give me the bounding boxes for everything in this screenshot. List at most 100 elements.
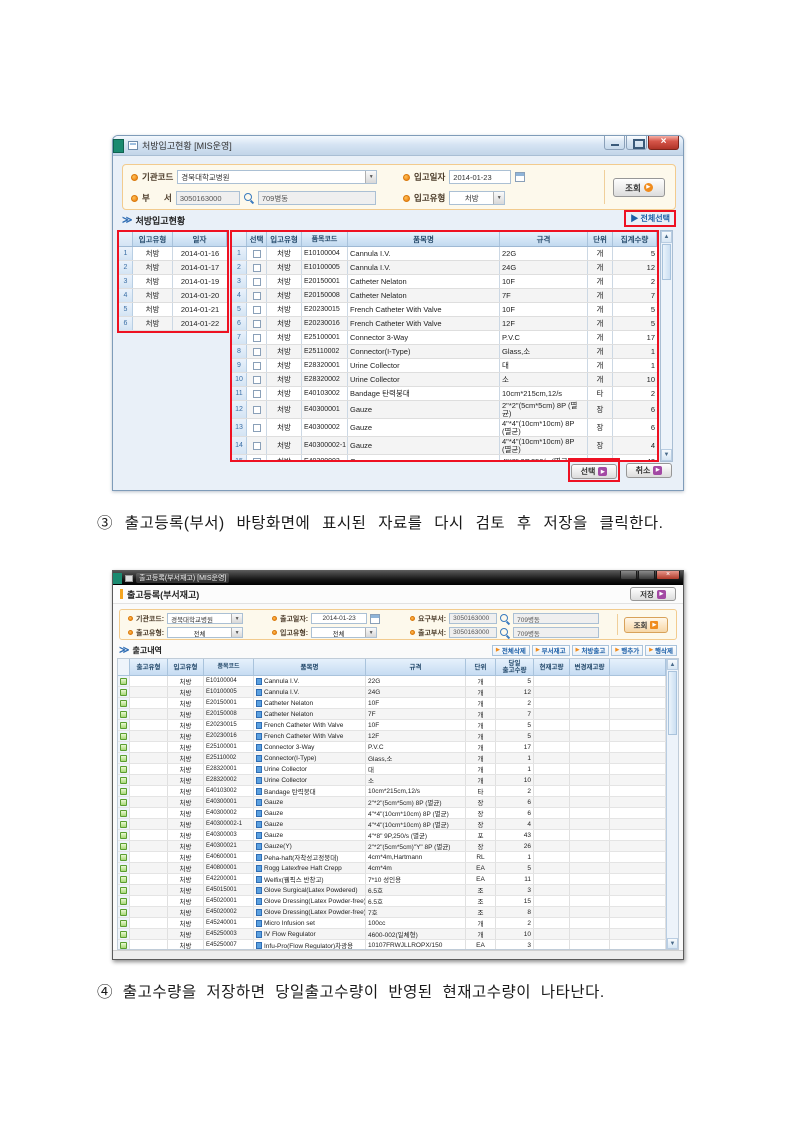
- table-row[interactable]: 2처방E10100005Cannula I.V.24G개12: [232, 261, 657, 275]
- req-dept-name-field[interactable]: 709병동: [513, 613, 599, 624]
- checkbox[interactable]: [253, 250, 261, 258]
- row-action-icon[interactable]: [120, 942, 127, 949]
- row-action-icon[interactable]: [120, 821, 127, 828]
- out-date-field[interactable]: 2014-01-23: [311, 613, 367, 624]
- table-row[interactable]: 2처방2014-01-17: [119, 261, 227, 275]
- calendar-icon[interactable]: [515, 172, 525, 182]
- table-row[interactable]: 처방E20150001Catheter Nelaton10F개2: [118, 698, 666, 709]
- save-button[interactable]: 저장 ▶: [630, 587, 676, 601]
- checkbox[interactable]: [253, 424, 261, 432]
- checkbox[interactable]: [253, 264, 261, 272]
- table-row[interactable]: 3처방2014-01-19: [119, 275, 227, 289]
- table-row[interactable]: 7처방E25100001Connector 3-WayP.V.C개17: [232, 331, 657, 345]
- column-header[interactable]: 입고유형: [267, 232, 302, 246]
- row-action-icon[interactable]: [120, 931, 127, 938]
- table-row[interactable]: 처방E25110002Connector(I-Type)Glass,소개1: [118, 753, 666, 764]
- row-action-icon[interactable]: [120, 678, 127, 685]
- table-row[interactable]: 처방E10100004Cannula I.V.22G개5: [118, 676, 666, 687]
- calendar-icon[interactable]: [370, 614, 380, 624]
- table-row[interactable]: 처방E20230016French Catheter With Valve12F…: [118, 731, 666, 742]
- column-header[interactable]: 품목명: [348, 232, 500, 246]
- column-header[interactable]: 입고유형: [133, 232, 173, 246]
- table-row[interactable]: 처방E40600001Peha-haft(자착성고정붕대)4cm*4m,Hart…: [118, 852, 666, 863]
- table-row[interactable]: 1처방E10100004Cannula I.V.22G개5: [232, 247, 657, 261]
- scrollbar-thumb[interactable]: [668, 671, 677, 735]
- table-row[interactable]: 처방E20150008Catheter Nelaton7F개7: [118, 709, 666, 720]
- table-row[interactable]: 13처방E40300002Gauze4"*4"(10cm*10cm) 8P (멸…: [232, 419, 657, 437]
- table-row[interactable]: 처방E10100005Cannula I.V.24G개12: [118, 687, 666, 698]
- table-row[interactable]: 처방E28320001Urine Collector대개1: [118, 764, 666, 775]
- row-action-icon[interactable]: [120, 744, 127, 751]
- checkbox[interactable]: [253, 458, 261, 463]
- table-row[interactable]: 처방E20230015French Catheter With Valve10F…: [118, 720, 666, 731]
- scroll-up-icon[interactable]: ▲: [667, 659, 678, 670]
- table-row[interactable]: 5처방E20230015French Catheter With Valve10…: [232, 303, 657, 317]
- checkbox[interactable]: [253, 278, 261, 286]
- titlebar[interactable]: 출고등록(부서재고) [MIS운영]: [113, 571, 683, 585]
- checkbox[interactable]: [253, 320, 261, 328]
- table-row[interactable]: 10처방E28320002Urine Collector소개10: [232, 373, 657, 387]
- query-button[interactable]: 조회 ▶: [613, 178, 665, 197]
- column-header[interactable]: 품목명: [254, 659, 366, 675]
- row-action-icon[interactable]: [120, 876, 127, 883]
- org-code-select[interactable]: 경북대학교병원 ▼: [177, 170, 377, 184]
- checkbox[interactable]: [253, 376, 261, 384]
- row-action-icon[interactable]: [120, 755, 127, 762]
- row-action-icon[interactable]: [120, 733, 127, 740]
- row-action-icon[interactable]: [120, 777, 127, 784]
- row-action-icon[interactable]: [120, 920, 127, 927]
- out-type-select[interactable]: 전체 ▼: [167, 627, 243, 638]
- checkbox[interactable]: [253, 362, 261, 370]
- table-row[interactable]: 11처방E40103002Bandage 탄력붕대10cm*215cm,12/s…: [232, 387, 657, 401]
- select-all-link[interactable]: ▶ 전체선택: [630, 213, 670, 224]
- dept-stock-button[interactable]: ▶부서재고: [532, 645, 570, 656]
- column-header[interactable]: 입고유형: [168, 659, 204, 675]
- table-row[interactable]: 9처방E28320001Urine Collector대개1: [232, 359, 657, 373]
- delete-all-button[interactable]: ▶전체삭제: [492, 645, 530, 656]
- table-row[interactable]: 처방E28320002Urine Collector소개10: [118, 775, 666, 786]
- table-row[interactable]: 14처방E40300002-1Gauze4"*4"(10cm*10cm) 8P …: [232, 437, 657, 455]
- table-row[interactable]: 12처방E40300001Gauze2"*2"(5cm*5cm) 8P (멸균)…: [232, 401, 657, 419]
- table-row[interactable]: 처방E40800001Rogg Latexfree Haft Crepp4cm*…: [118, 863, 666, 874]
- minimize-button[interactable]: [604, 136, 625, 150]
- table-row[interactable]: 처방E25100001Connector 3-WayP.V.C개17: [118, 742, 666, 753]
- dept-name-field[interactable]: 709병동: [258, 191, 376, 205]
- chevron-down-icon[interactable]: ▼: [493, 192, 504, 204]
- row-action-icon[interactable]: [120, 711, 127, 718]
- table-row[interactable]: 4처방2014-01-20: [119, 289, 227, 303]
- column-header[interactable]: 현재고량: [534, 659, 570, 675]
- chevron-down-icon[interactable]: ▼: [365, 628, 376, 637]
- column-header[interactable]: 규격: [366, 659, 466, 675]
- scroll-down-icon[interactable]: ▼: [667, 938, 678, 949]
- row-action-icon[interactable]: [120, 865, 127, 872]
- row-action-icon[interactable]: [120, 810, 127, 817]
- column-header[interactable]: 규격: [500, 232, 588, 246]
- org-code-select[interactable]: 경북대학교병원 ▼: [167, 613, 243, 624]
- scroll-up-icon[interactable]: ▲: [661, 231, 672, 243]
- minimize-button[interactable]: [620, 571, 637, 580]
- table-row[interactable]: 6처방2014-01-22: [119, 317, 227, 331]
- row-action-icon[interactable]: [120, 689, 127, 696]
- row-action-icon[interactable]: [120, 854, 127, 861]
- table-row[interactable]: 처방E40300003Gauze4"*8" 9P,250/s (멸균)포43: [118, 830, 666, 841]
- close-button[interactable]: [648, 136, 679, 150]
- cancel-button[interactable]: 취소 ▶: [626, 463, 672, 478]
- column-header[interactable]: 품목코드: [204, 659, 254, 675]
- row-action-icon[interactable]: [120, 909, 127, 916]
- select-button[interactable]: 선택 ▶: [571, 464, 617, 479]
- table-row[interactable]: 처방E45240001Micro Infusion set100cc개2: [118, 918, 666, 929]
- chevron-down-icon[interactable]: ▼: [365, 171, 376, 183]
- chevron-down-icon[interactable]: ▼: [231, 614, 242, 623]
- incoming-type-select[interactable]: 처방 ▼: [449, 191, 505, 205]
- table-row[interactable]: 처방E40103002Bandage 탄력붕대10cm*215cm,12/s타2: [118, 786, 666, 797]
- row-action-icon[interactable]: [120, 832, 127, 839]
- checkbox[interactable]: [253, 292, 261, 300]
- column-header[interactable]: 단위: [466, 659, 496, 675]
- close-button[interactable]: [656, 571, 680, 580]
- maximize-button[interactable]: [626, 136, 647, 150]
- search-icon[interactable]: [244, 193, 254, 203]
- out-dept-code-field[interactable]: 3050163000: [449, 627, 497, 638]
- table-row[interactable]: 4처방E20150008Catheter Nelaton7F개7: [232, 289, 657, 303]
- incoming-date-field[interactable]: 2014-01-23: [449, 170, 511, 184]
- dept-code-field[interactable]: 3050163000: [176, 191, 240, 205]
